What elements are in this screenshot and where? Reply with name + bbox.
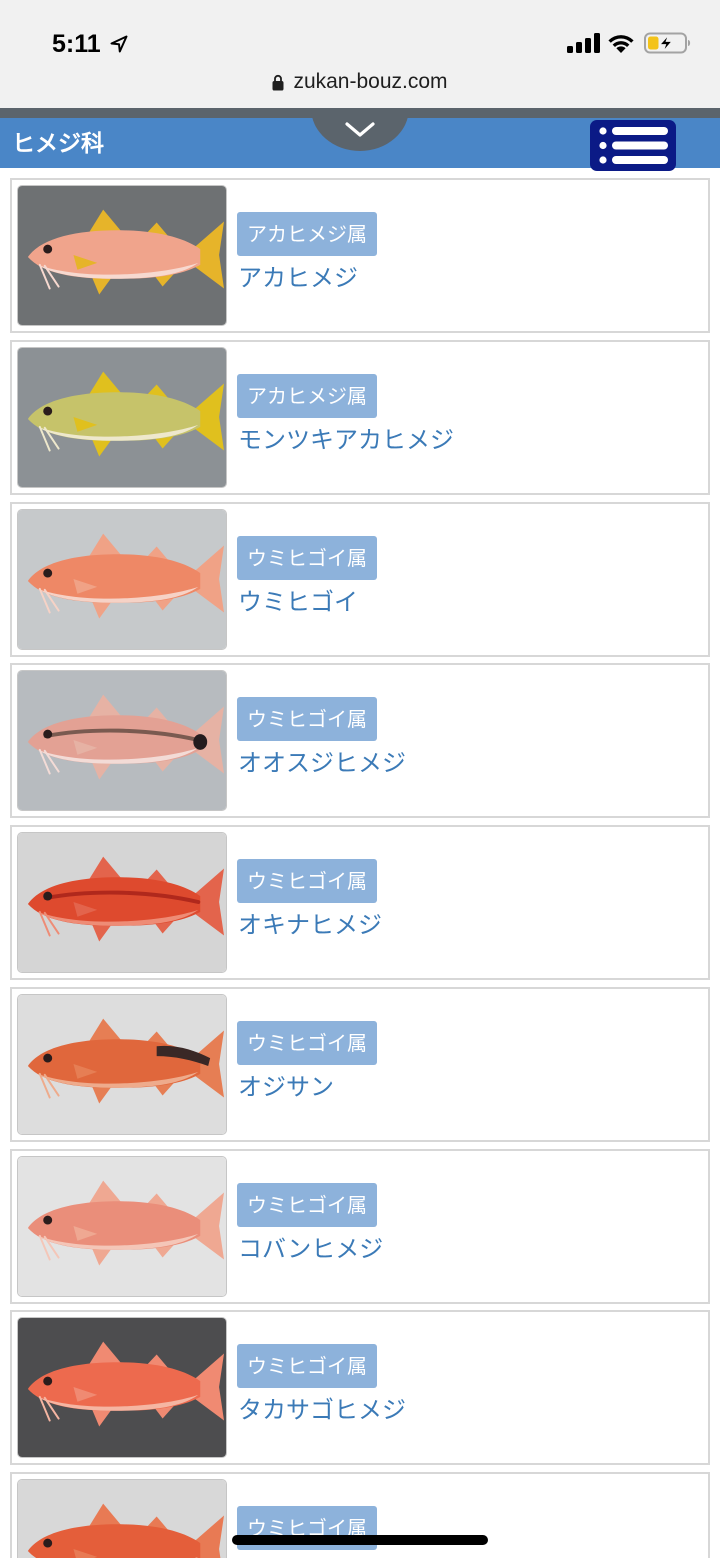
species-name[interactable]: オキナヒメジ: [238, 910, 382, 940]
genus-badge: ウミヒゴイ属: [237, 697, 377, 742]
browser-top-bar: 5:11 zukan-bouz.com: [0, 0, 720, 108]
species-name[interactable]: オジサン: [238, 1072, 334, 1102]
fish-eye: [43, 1215, 53, 1225]
fish-eye: [43, 1376, 53, 1386]
fish-photo: [18, 671, 226, 811]
genus-badge: ウミヒゴイ属: [237, 535, 377, 580]
home-indicator: [232, 1535, 488, 1545]
wifi-icon: [608, 35, 634, 53]
url-text: zukan-bouz.com: [293, 70, 448, 93]
signal-icon: [567, 33, 600, 53]
fish-eye: [43, 729, 53, 739]
fish-eye: [43, 1053, 53, 1063]
fish-eye: [43, 406, 53, 416]
species-list-item[interactable]: ウミヒゴイ属 タカサゴヒメジ: [10, 1310, 710, 1466]
page-title: ヒメジ科: [12, 131, 104, 157]
battery-level: [648, 36, 659, 50]
fish-thumbnail: [17, 993, 227, 1135]
species-name[interactable]: ウミヒゴイ: [238, 587, 358, 617]
species-list-item[interactable]: ウミヒゴイ属: [10, 1472, 710, 1558]
location-arrow-icon: [110, 35, 128, 53]
species-list-item[interactable]: アカヒメジ属 モンツキアカヒメジ: [10, 339, 710, 495]
fish-photo: [18, 833, 226, 972]
genus-badge: ウミヒゴイ属: [237, 1020, 377, 1065]
fish-thumbnail: [17, 185, 227, 326]
species-name[interactable]: タカサゴヒメジ: [238, 1395, 406, 1425]
species-name[interactable]: モンツキアカヒメジ: [238, 425, 454, 455]
fish-thumbnail: [17, 1155, 227, 1297]
page: 5:11 zukan-bouz.com ヒメジ科 アカヒメジ属 アカヒメジ アカ…: [0, 0, 720, 1558]
genus-badge: ウミヒゴイ属: [237, 1182, 377, 1227]
species-list-item[interactable]: ウミヒゴイ属 オジサン: [10, 986, 710, 1142]
species-name[interactable]: オオスジヒメジ: [238, 748, 406, 778]
fish-photo: [18, 347, 226, 487]
battery-cap: [688, 40, 691, 46]
fish-eye: [43, 244, 53, 254]
fish-photo: [18, 994, 226, 1134]
species-list-item[interactable]: ウミヒゴイ属 ウミヒゴイ: [10, 501, 710, 657]
fish-thumbnail: [17, 670, 227, 812]
fish-thumbnail: [17, 346, 227, 488]
fish-thumbnail: [17, 832, 227, 973]
fish-photo: [18, 509, 226, 649]
charging-bolt-icon: [658, 34, 673, 52]
fish-eye: [43, 891, 53, 901]
species-list-item[interactable]: ウミヒゴイ属 コバンヒメジ: [10, 1148, 710, 1304]
genus-badge: アカヒメジ属: [237, 373, 377, 418]
fish-eye: [43, 568, 53, 578]
fish-photo: [18, 1156, 226, 1296]
fish-tail-spot: [193, 734, 208, 751]
battery-charging-icon: [644, 32, 691, 54]
address-bar[interactable]: zukan-bouz.com: [0, 69, 720, 95]
fish-thumbnail: [17, 1479, 227, 1558]
list-menu-icon: [599, 127, 668, 164]
species-name[interactable]: コバンヒメジ: [238, 1234, 383, 1264]
fish-photo: [18, 1318, 226, 1458]
genus-badge: ウミヒゴイ属: [237, 859, 377, 903]
status-time: 5:11: [52, 30, 101, 58]
genus-badge: ウミヒゴイ属: [237, 1344, 377, 1389]
species-list: アカヒメジ属 アカヒメジ アカヒメジ属 モンツキアカヒメジ ウミヒゴイ属 ウミヒ…: [10, 178, 710, 1558]
fish-photo: [18, 1480, 226, 1558]
species-name[interactable]: アカヒメジ: [238, 263, 358, 293]
lock-icon: [272, 74, 284, 90]
menu-button[interactable]: [590, 120, 676, 171]
fish-thumbnail: [17, 508, 227, 650]
species-list-item[interactable]: アカヒメジ属 アカヒメジ: [10, 178, 710, 333]
genus-badge: アカヒメジ属: [237, 212, 377, 256]
fish-eye: [43, 1538, 53, 1548]
species-list-item[interactable]: ウミヒゴイ属 オオスジヒメジ: [10, 663, 710, 819]
chevron-down-icon: [345, 122, 375, 137]
fish-thumbnail: [17, 1317, 227, 1459]
species-list-item[interactable]: ウミヒゴイ属 オキナヒメジ: [10, 825, 710, 980]
fish-photo: [18, 186, 226, 325]
